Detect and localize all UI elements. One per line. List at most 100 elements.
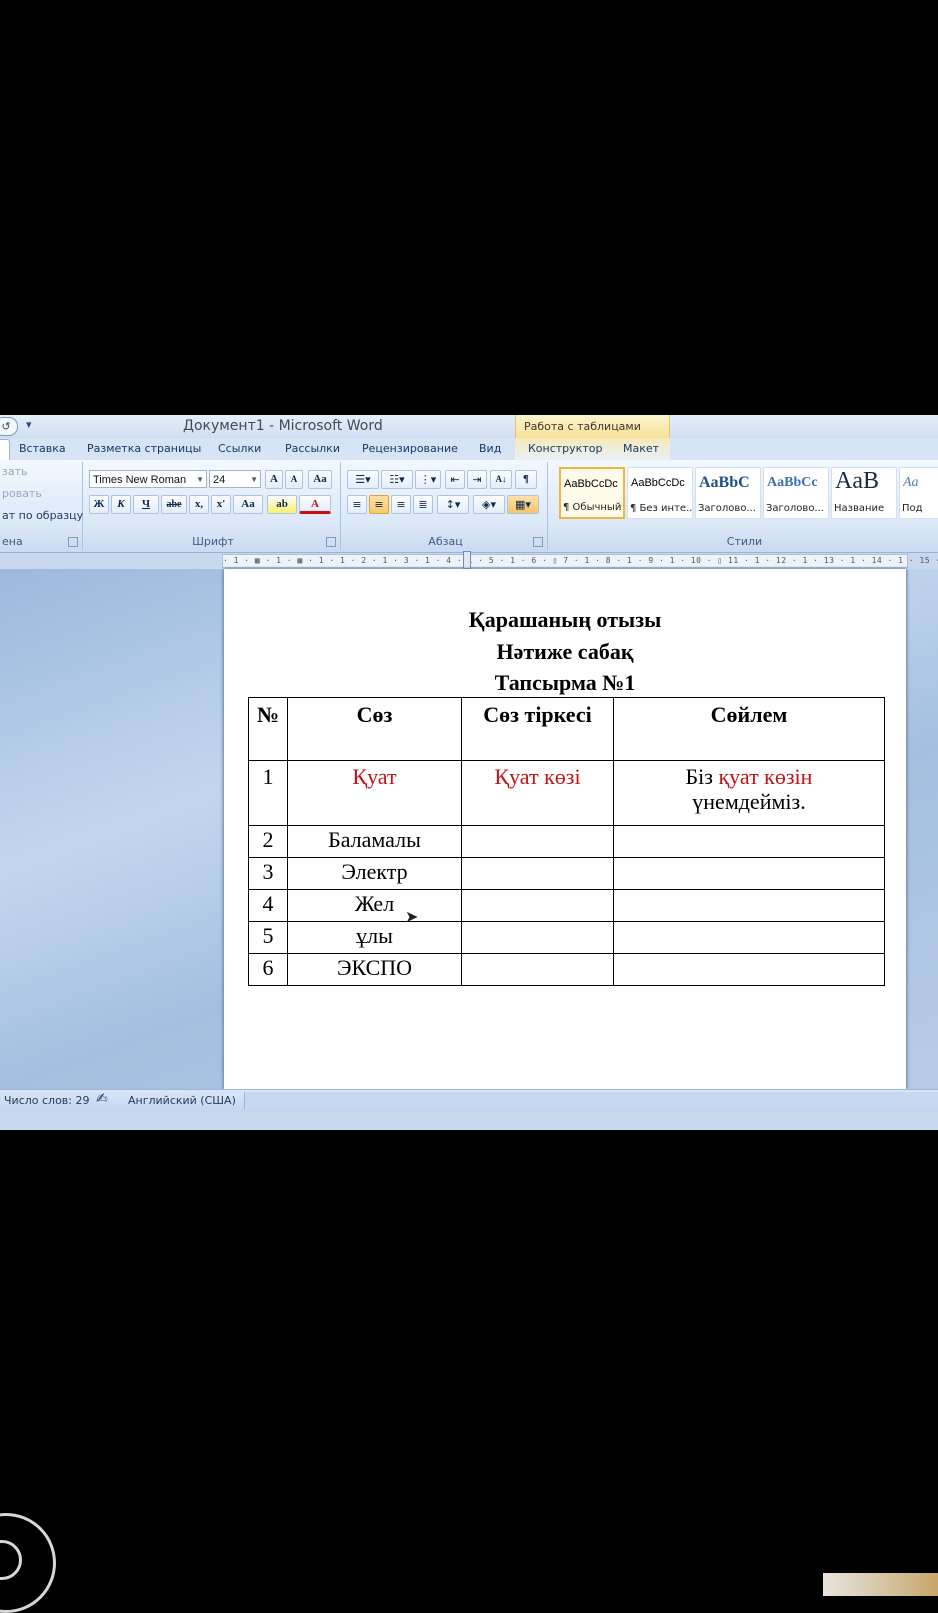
grow-font-button[interactable]: A [265,470,283,489]
tab-page-layout[interactable]: Разметка страницы [87,442,201,455]
styles-group: AaBbCcDc ¶ Обычный AaBbCcDc ¶ Без инте..… [551,462,938,550]
sentence-highlight: қуат көзін [718,764,813,789]
language-indicator[interactable]: Английский (США) [128,1094,236,1107]
paragraph-launcher-icon[interactable] [533,537,543,547]
format-painter-button[interactable]: ат по образцу [2,509,83,522]
align-right-icon[interactable]: ≡ [391,495,411,514]
table-cell-sentence[interactable] [613,825,885,858]
clear-format-button[interactable]: Aa [308,470,332,489]
tab-view[interactable]: Вид [479,442,501,455]
style-title[interactable]: AaB Название [831,467,897,519]
bullets-button[interactable]: ☰▾ [347,470,379,489]
table-cell-num[interactable]: 6 [248,953,288,986]
bold-button[interactable]: Ж [89,495,109,514]
table-header-cell[interactable]: Сөйлем [613,697,885,761]
table-cell-sentence[interactable] [613,921,885,954]
table-cell-phrase[interactable] [461,889,614,922]
tab-insert[interactable]: Вставка [19,442,66,455]
tab-home[interactable] [0,439,10,462]
align-left-icon[interactable]: ≡ [347,495,367,514]
table-cell-word[interactable]: ЭКСПО [287,953,462,986]
horizontal-ruler[interactable]: · 1 · ▦ · 1 · ▦ · 1 · 1 · 2 · 1 · 3 · 1 … [222,551,938,569]
table-cell-sentence[interactable] [613,857,885,890]
clipboard-group: зать ровать ат по образцу ена [0,462,83,550]
table-cell-num[interactable]: 1 [248,760,288,826]
table-cell-num[interactable]: 2 [248,825,288,858]
align-center-icon[interactable]: ≡ [369,495,389,514]
font-color-button[interactable]: A [299,495,331,514]
tab-layout[interactable]: Макет [623,442,659,455]
cut-button[interactable]: зать [2,465,27,478]
justify-icon[interactable]: ≣ [413,495,433,514]
paragraph-group: ☰▾ ☷▾ ⋮▾ ⇤ ⇥ A↓ ¶ ≡ ≡ ≡ ≣ ↕▾ ◈▾ ▦▾ Абзац [344,462,548,550]
table-cell-phrase[interactable] [461,921,614,954]
style-name: Заголово... [698,503,756,514]
font-group-label: Шрифт [192,535,234,548]
style-sample: AaBbCcDc [631,477,685,489]
indent-marker-icon[interactable] [463,551,471,569]
ribbon: зать ровать ат по образцу ена Times New … [0,460,938,553]
document-table[interactable]: № Сөз Сөз тіркесі Сөйлем 1 Қуат Қуат көз… [248,697,885,986]
table-cell-phrase[interactable]: Қуат көзі [461,760,614,826]
table-cell-word[interactable]: Электр [287,857,462,890]
strikethrough-button[interactable]: abe [161,495,187,514]
table-cell-word[interactable]: Баламалы [287,825,462,858]
numbering-button[interactable]: ☷▾ [381,470,413,489]
line-spacing-icon[interactable]: ↕▾ [437,495,469,514]
table-cell-sentence[interactable]: Біз қуат көзін үнемдейміз. [613,760,885,826]
font-name-value: Times New Roman [93,474,187,486]
table-cell-phrase[interactable] [461,953,614,986]
qat-customize-button[interactable]: ▾ [26,418,32,431]
word-count[interactable]: Число слов: 29 [4,1094,90,1107]
font-size-select[interactable]: 24 ▼ [209,470,261,488]
tab-review[interactable]: Рецензирование [362,442,458,455]
table-cell-sentence[interactable] [613,953,885,986]
tab-references[interactable]: Ссылки [218,442,261,455]
underline-button[interactable]: Ч [133,495,159,514]
table-cell-num[interactable]: 4 [248,889,288,922]
clipboard-launcher-icon[interactable] [68,537,78,547]
styles-group-label: Стили [726,535,763,548]
window-title: Документ1 - Microsoft Word [183,418,383,434]
subscript-button[interactable]: x, [189,495,209,514]
style-heading-2[interactable]: AaBbCc Заголово... [763,467,829,519]
table-cell-phrase[interactable] [461,825,614,858]
shrink-font-button[interactable]: A [285,470,303,489]
table-header-cell[interactable]: Сөз тіркесі [461,697,614,761]
table-header-cell[interactable]: № [248,697,288,761]
change-case-button[interactable]: Aa [233,495,263,514]
shading-icon[interactable]: ◈▾ [473,495,505,514]
sort-button[interactable]: A↓ [490,470,512,489]
italic-button[interactable]: К [111,495,131,514]
style-subtitle[interactable]: Aa Под [899,467,938,519]
table-cell-word[interactable]: ұлы [287,921,462,954]
table-cell-num[interactable]: 5 [248,921,288,954]
style-sample: AaBbCc [767,475,818,490]
undo-icon[interactable]: ↺ [0,417,18,436]
style-normal[interactable]: AaBbCcDc ¶ Обычный [559,467,625,519]
highlight-color-button[interactable]: ab [267,495,297,514]
increase-indent-icon[interactable]: ⇥ [467,470,487,489]
superscript-button[interactable]: x' [211,495,231,514]
decrease-indent-icon[interactable]: ⇤ [445,470,465,489]
table-cell-phrase[interactable] [461,857,614,890]
borders-icon[interactable]: ▦▾ [507,495,539,514]
style-no-spacing[interactable]: AaBbCcDc ¶ Без инте... [627,467,693,519]
style-heading-1[interactable]: AaBbC Заголово... [695,467,761,519]
multilevel-list-button[interactable]: ⋮▾ [415,470,441,489]
tab-mailings[interactable]: Рассылки [285,442,340,455]
title-bar: ↺ ▾ Документ1 - Microsoft Word Работа с … [0,415,938,439]
table-cell-word[interactable]: Жел [287,889,462,922]
document-page[interactable]: Қарашаның отызы Нәтиже сабақ Тапсырма №1… [224,569,906,1089]
copy-button[interactable]: ровать [2,487,42,500]
show-marks-button[interactable]: ¶ [515,470,537,489]
table-header-cell[interactable]: Сөз [287,697,462,761]
table-cell-num[interactable]: 3 [248,857,288,890]
font-launcher-icon[interactable] [326,537,336,547]
font-name-select[interactable]: Times New Roman ▼ [89,470,207,488]
table-cell-word[interactable]: Қуат [287,760,462,826]
proofing-check-icon[interactable]: ✍ [96,1091,108,1107]
table-cell-sentence[interactable] [613,889,885,922]
style-name: Название [834,503,885,514]
tab-design[interactable]: Конструктор [528,442,602,455]
